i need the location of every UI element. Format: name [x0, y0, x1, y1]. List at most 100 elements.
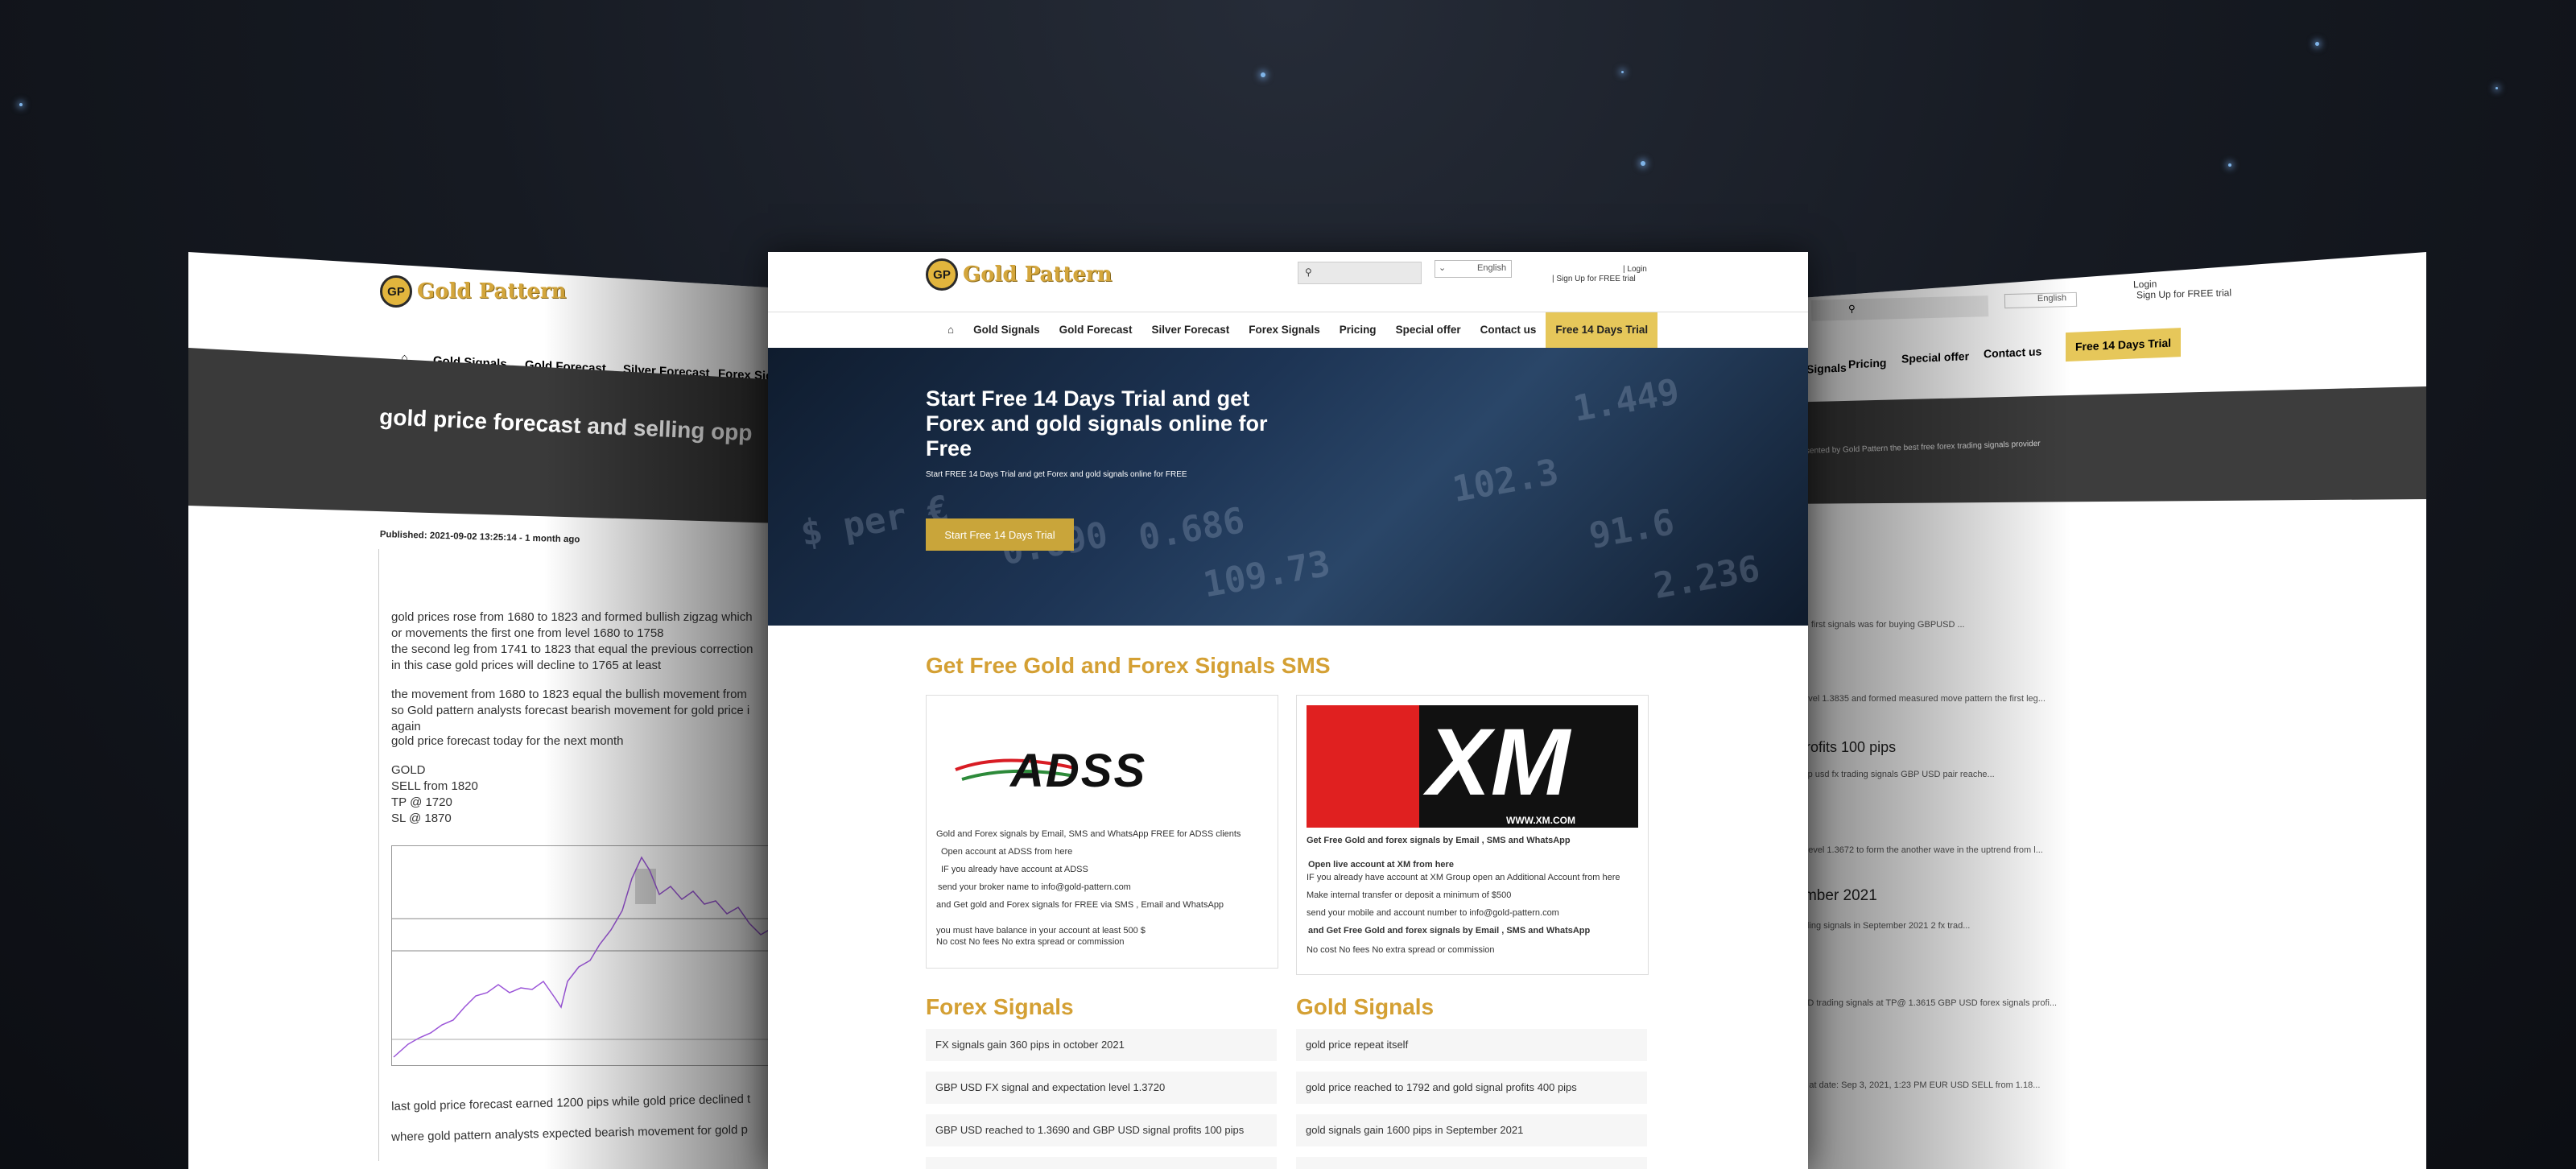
xm-text: No cost No fees No extra spread or commi… — [1307, 945, 1495, 955]
forex-signals-heading: Forex Signals — [926, 994, 1074, 1019]
article-line: the second leg from 1741 to 1823 that eq… — [391, 642, 753, 656]
post-excerpt: GBP USD trading signals at TP@ 1.3615 GB… — [1779, 998, 2058, 1008]
xm-card: XM WWW.XM.COM Get Free Gold and forex si… — [1296, 695, 1649, 975]
gold-price-chart — [391, 845, 779, 1066]
adss-logo[interactable]: ADSS — [954, 741, 1220, 797]
star — [19, 103, 23, 106]
signal-tp: TP @ 1720 — [391, 795, 452, 809]
nav-contact[interactable]: Contact us — [1471, 312, 1546, 348]
star — [2496, 87, 2498, 89]
right-page-preview: ⚲ English Login Sign Up for FREE trial F… — [1779, 252, 2426, 1169]
gold-signal-item[interactable] — [1296, 1157, 1647, 1169]
forex-signal-item[interactable] — [926, 1157, 1277, 1169]
language-select[interactable]: ⌄ English — [1435, 260, 1512, 278]
logo-text: Gold Pattern — [417, 279, 567, 304]
center-page: GP Gold Pattern ⚲ ⌄ English | Login | Si… — [768, 252, 1808, 1169]
xm-text: send your mobile and account number to i… — [1307, 908, 1559, 918]
xm-wordmark: XM — [1427, 709, 1570, 816]
star — [1621, 71, 1624, 73]
nav-gold-forecast[interactable]: Gold Forecast — [1050, 312, 1142, 348]
header: GP Gold Pattern ⚲ ⌄ English | Login | Si… — [768, 252, 1808, 312]
signup-link[interactable]: | Sign Up for FREE trial — [1552, 275, 1636, 283]
language-label: English — [1477, 263, 1507, 273]
forex-signal-item[interactable]: GBP USD FX signal and expectation level … — [926, 1072, 1277, 1104]
adss-text: IF you already have account at ADSS — [941, 865, 1088, 874]
signal-entry: SELL from 1820 — [391, 779, 478, 793]
logo-text: Gold Pattern — [963, 262, 1113, 287]
hero-bg-number: 2.236 — [1650, 547, 1763, 608]
adss-text: and Get gold and Forex signals for FREE … — [936, 900, 1224, 910]
search-icon: ⚲ — [1305, 266, 1312, 278]
left-page-preview: GP Gold Pattern ⌂ Gold Signals Gold Fore… — [188, 252, 781, 1169]
gold-signals-heading: Gold Signals — [1296, 994, 1435, 1019]
article-line: gold prices rose from 1680 to 1823 and f… — [391, 610, 753, 624]
gold-signal-item[interactable]: gold signals gain 1600 pips in September… — [1296, 1114, 1647, 1146]
price-line-chart — [392, 856, 779, 1058]
post-excerpt: 619 to level 1.3835 and formed measured … — [1779, 694, 2046, 704]
signup-link[interactable]: Sign Up for FREE trial — [2136, 287, 2231, 300]
hero-bg-number: 0.686 — [1135, 499, 1248, 560]
search-input[interactable]: ⚲ — [1298, 262, 1422, 284]
star — [1641, 161, 1645, 166]
gold-signal-item[interactable]: gold price repeat itself — [1296, 1029, 1647, 1061]
adss-wordmark: ADSS — [1010, 745, 1147, 797]
login-link[interactable]: | Login — [1623, 265, 1647, 274]
login-label: Login — [1627, 265, 1647, 274]
adss-open-account-link[interactable]: Open account at ADSS from here — [941, 847, 1072, 857]
adss-text: Gold and Forex signals by Email, SMS and… — [936, 829, 1241, 839]
nav-gold-signals[interactable]: Gold Signals — [964, 312, 1050, 348]
article-line: gold price forecast today for the next m… — [391, 734, 624, 748]
chevron-down-icon: ⌄ — [1439, 263, 1447, 273]
forex-signal-item[interactable]: GBP USD reached to 1.3690 and GBP USD si… — [926, 1114, 1277, 1146]
article-line: again — [391, 720, 421, 733]
article-line: so Gold pattern analysts forecast bearis… — [391, 704, 750, 717]
hero-bg-number: 109.73 — [1199, 543, 1334, 606]
gold-signal-item[interactable]: gold price reached to 1792 and gold sign… — [1296, 1072, 1647, 1104]
nav-special-offer[interactable]: Special offer — [1386, 312, 1471, 348]
logo[interactable]: GP Gold Pattern — [926, 258, 1113, 291]
xm-text: IF you already have account at XM Group … — [1307, 873, 1620, 882]
hero-banner: $ per € 0.690 0.686 109.73 102.3 91.6 2.… — [768, 348, 1808, 626]
home-icon[interactable]: ⌂ — [938, 312, 964, 348]
star — [2228, 163, 2231, 167]
search-box[interactable]: ⚲ — [1810, 295, 1989, 321]
nav-free-trial[interactable]: Free 14 Days Trial — [2066, 328, 2182, 362]
logo: GP Gold Pattern — [380, 275, 567, 308]
post-excerpt: 3641 to level 1.3672 to form the another… — [1779, 845, 2043, 855]
nav-contact[interactable]: Contact us — [1984, 345, 2041, 360]
signal-asset: GOLD — [391, 763, 426, 777]
logo-mark: GP — [380, 275, 412, 308]
xm-logo[interactable]: XM WWW.XM.COM — [1307, 705, 1638, 828]
published-date: Published: 2021-09-02 13:25:14 - 1 month… — [379, 530, 580, 545]
nav-free-trial[interactable]: Free 14 Days Trial — [1546, 312, 1658, 348]
nav-forex-signals[interactable]: Forex Signals — [1239, 312, 1330, 348]
xm-bull-panel — [1307, 705, 1419, 828]
language-select[interactable]: English — [2004, 291, 2078, 309]
main-nav: ⌂ Gold Signals Gold Forecast Silver Fore… — [768, 312, 1808, 349]
adss-text: send your broker name to info@gold-patte… — [938, 882, 1131, 892]
nav-pricing[interactable]: Pricing — [1330, 312, 1386, 348]
nav-silver-forecast[interactable]: Silver Forecast — [1141, 312, 1239, 348]
post-excerpt: fx signal at date: Sep 3, 2021, 1:23 PM … — [1779, 1080, 2041, 1090]
adss-text: you must have balance in your account at… — [936, 926, 1146, 936]
right-page-shade — [1779, 252, 2426, 1169]
nav-pricing[interactable]: Pricing — [1848, 356, 1886, 370]
start-trial-button[interactable]: Start Free 14 Days Trial — [926, 518, 1074, 551]
hero-subtitle: Start FREE 14 Days Trial and get Forex a… — [926, 470, 1187, 479]
post-excerpt: uying gbp usd fx trading signals GBP USD… — [1779, 770, 1995, 779]
forex-signal-item[interactable]: FX signals gain 360 pips in october 2021 — [926, 1029, 1277, 1061]
xm-url: WWW.XM.COM — [1506, 815, 1575, 826]
xm-text-highlight: and Get Free Gold and forex signals by E… — [1308, 926, 1591, 936]
signup-label: Sign Up for FREE trial — [1556, 275, 1636, 283]
sms-heading: Get Free Gold and Forex Signals SMS — [926, 653, 1331, 678]
nav-special-offer[interactable]: Special offer — [1901, 349, 1969, 366]
hero-bg-number: 1.449 — [1570, 370, 1682, 431]
right-nav: Forex Signals Pricing Special offer Cont… — [1779, 311, 2426, 383]
hero-bg-number: 91.6 — [1586, 502, 1678, 557]
xm-open-account-link[interactable]: Open live account at XM from here — [1308, 860, 1454, 870]
star — [1261, 72, 1265, 77]
adss-text: No cost No fees No extra spread or commi… — [936, 937, 1125, 947]
article-line: the movement from 1680 to 1823 equal the… — [391, 688, 747, 701]
article-line: in this case gold prices will decline to… — [391, 659, 662, 672]
signal-sl: SL @ 1870 — [391, 812, 452, 825]
